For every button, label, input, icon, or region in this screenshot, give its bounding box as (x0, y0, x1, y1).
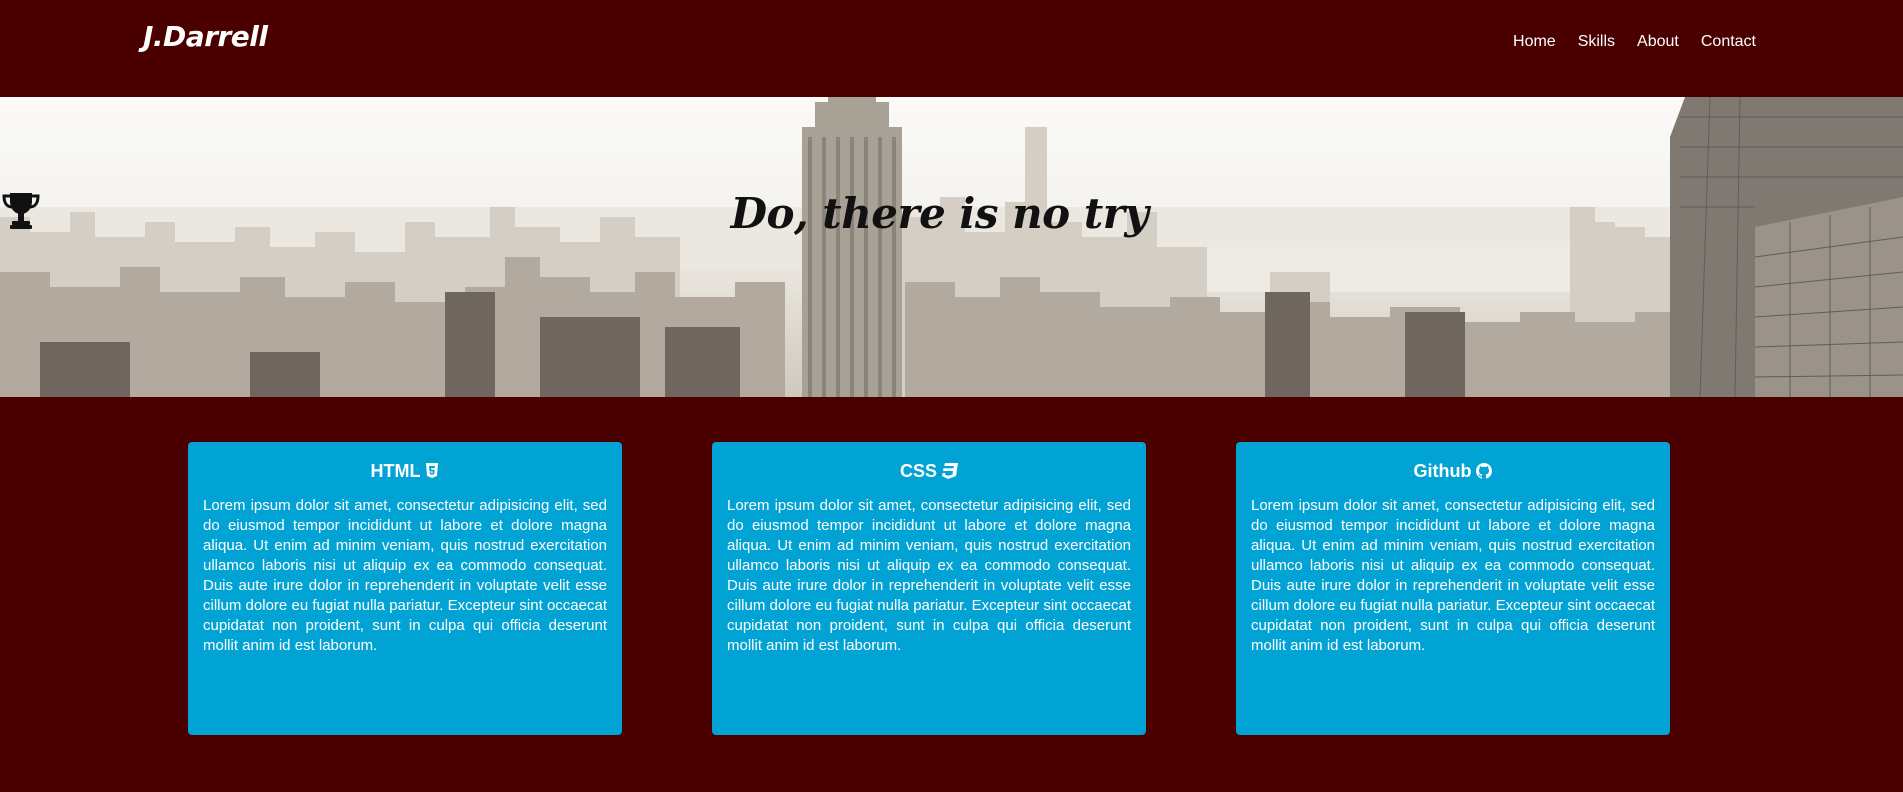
css3-icon (942, 461, 958, 485)
card-title-text: CSS (899, 461, 937, 481)
card-github: Github Lorem ipsum dolor sit amet, conse… (1236, 442, 1670, 735)
navbar: J.Darrell Home Skills About Contact (0, 0, 1903, 97)
nav-link-home[interactable]: Home (1513, 33, 1556, 51)
card-text: Lorem ipsum dolor sit amet, consectetur … (727, 497, 1131, 654)
card-title-text: Github (1413, 461, 1472, 481)
city-skyline-image (0, 97, 1903, 397)
github-icon (1476, 461, 1493, 485)
card-title: HTML (203, 459, 607, 483)
brand-logo[interactable]: J.Darrell (143, 20, 268, 53)
nav-link-skills[interactable]: Skills (1578, 33, 1615, 51)
hero-title-text: Do, there is no try (730, 189, 1149, 238)
card-title-text: HTML (370, 461, 421, 481)
card-text: Lorem ipsum dolor sit amet, consectetur … (203, 497, 607, 654)
hero-title: Do, there is no try (0, 189, 1903, 238)
nav-links: Home Skills About Contact (1513, 33, 1756, 51)
card-css: CSS Lorem ipsum dolor sit amet, consecte… (712, 442, 1146, 735)
nav-link-contact[interactable]: Contact (1701, 33, 1756, 51)
html5-icon (425, 461, 439, 485)
card-text: Lorem ipsum dolor sit amet, consectetur … (1251, 497, 1655, 654)
card-html: HTML Lorem ipsum dolor sit amet, consect… (188, 442, 622, 735)
card-title: CSS (727, 459, 1131, 483)
nav-link-about[interactable]: About (1637, 33, 1679, 51)
hero-banner: Do, there is no try (0, 97, 1903, 397)
skills-cards: HTML Lorem ipsum dolor sit amet, consect… (0, 442, 1903, 735)
card-title: Github (1251, 459, 1655, 483)
